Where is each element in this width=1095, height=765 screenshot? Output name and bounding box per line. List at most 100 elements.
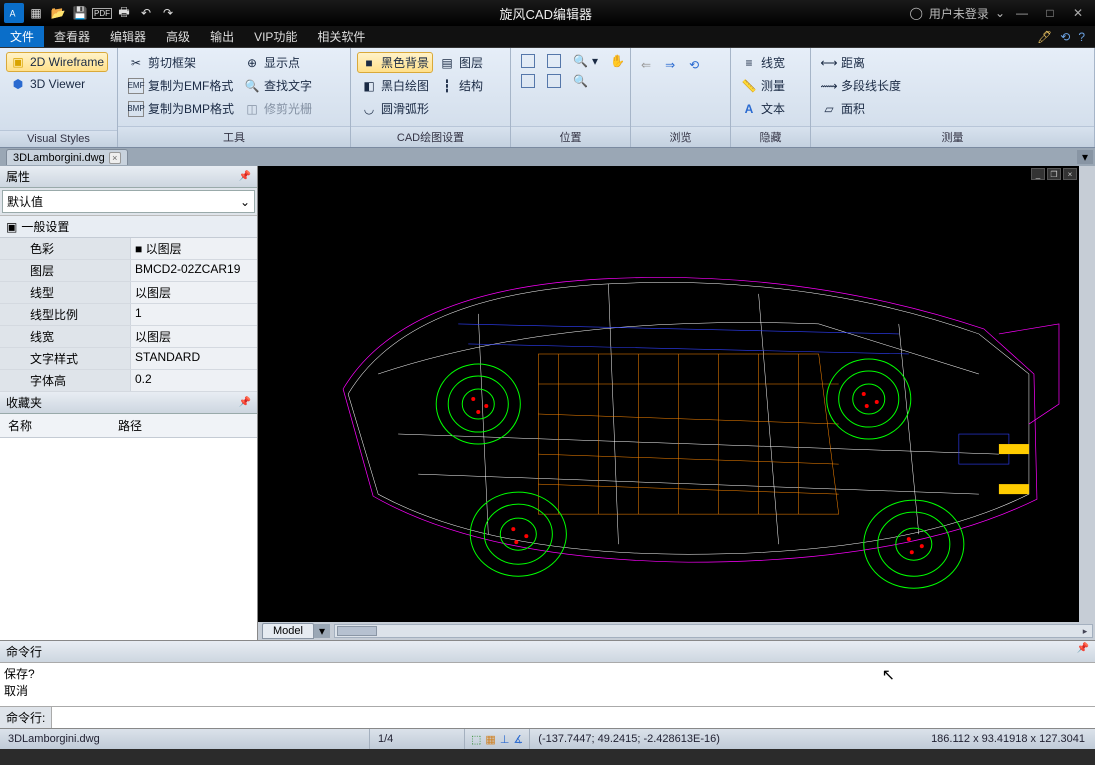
zoom-extents-button[interactable]	[543, 52, 565, 70]
pdf-icon[interactable]: PDF	[92, 3, 112, 23]
copy-emf-button[interactable]: EMF复制为EMF格式	[124, 75, 238, 96]
structure-button[interactable]: ┇结构	[435, 75, 487, 96]
snap-icon[interactable]: ⬚	[471, 733, 481, 746]
favorites-list[interactable]	[0, 438, 257, 640]
model-tabs-dropdown-icon[interactable]: ▾	[314, 624, 330, 638]
text-toggle-button[interactable]: A文本	[737, 98, 789, 119]
property-row[interactable]: 文字样式STANDARD	[0, 348, 257, 370]
zoom-in-button[interactable]: 🔍▾	[569, 52, 602, 70]
command-input[interactable]	[52, 707, 1095, 728]
maximize-button[interactable]: □	[1039, 3, 1061, 23]
document-tab[interactable]: 3DLamborgini.dwg ×	[6, 149, 128, 165]
trim-raster-button[interactable]: ◫修剪光栅	[240, 98, 316, 119]
scroll-right-icon[interactable]: ▸	[1078, 625, 1092, 637]
viewport-close-icon[interactable]: ×	[1063, 168, 1077, 180]
user-icon[interactable]: ◯	[909, 6, 922, 20]
app-icon[interactable]: A	[4, 3, 24, 23]
wireframe-2d-button[interactable]: ▣2D Wireframe	[6, 52, 108, 72]
distance-button[interactable]: ⟷距离	[817, 52, 905, 73]
property-row[interactable]: 线型比例1	[0, 304, 257, 326]
pin-icon[interactable]: 📌	[239, 171, 251, 182]
nav-forward-button[interactable]: ⇒	[661, 56, 679, 74]
arc-smooth-button[interactable]: ◡圆滑弧形	[357, 98, 433, 119]
menu-tab-output[interactable]: 输出	[200, 26, 244, 47]
property-row[interactable]: 字体高0.2	[0, 370, 257, 392]
redo-icon[interactable]: ↷	[158, 3, 178, 23]
menu-tab-vip[interactable]: VIP功能	[244, 26, 307, 47]
magnify-minus-icon: 🔍	[573, 74, 588, 88]
property-row[interactable]: 色彩■ 以图层	[0, 238, 257, 260]
black-bg-button[interactable]: ■黑色背景	[357, 52, 433, 73]
menu-tab-related[interactable]: 相关软件	[307, 26, 375, 47]
clip-frame-button[interactable]: ✂剪切框架	[124, 52, 238, 73]
nav-back-button[interactable]: ⇐	[637, 56, 655, 74]
zoom-window-button[interactable]	[517, 52, 539, 70]
status-dimensions: 186.112 x 93.41918 x 127.3041	[921, 733, 1095, 745]
help-icon[interactable]: ?	[1078, 30, 1085, 44]
menu-tab-editor[interactable]: 编辑器	[100, 26, 156, 47]
collapse-icon: ▣	[6, 220, 17, 234]
layers-button[interactable]: ▤图层	[435, 52, 487, 73]
favorites-col-name[interactable]: 名称	[0, 414, 110, 437]
undo-icon[interactable]: ↶	[136, 3, 156, 23]
user-status[interactable]: 用户未登录	[929, 5, 989, 22]
close-tab-icon[interactable]: ×	[109, 152, 121, 164]
model-tab[interactable]: Model	[262, 623, 314, 639]
default-combo[interactable]: 默认值⌄	[2, 190, 255, 213]
property-value[interactable]: STANDARD	[130, 348, 257, 369]
open-icon[interactable]: 📂	[48, 3, 68, 23]
viewport-restore-icon[interactable]: ❐	[1047, 168, 1061, 180]
favorites-col-path[interactable]: 路径	[110, 414, 150, 437]
area-button[interactable]: ▱面积	[817, 98, 905, 119]
vertical-scrollbar[interactable]	[1079, 166, 1095, 622]
zoom-sel-button[interactable]	[543, 72, 565, 90]
menu-tab-viewer[interactable]: 查看器	[44, 26, 100, 47]
find-text-button[interactable]: 🔍查找文字	[240, 75, 316, 96]
polyline-length-button[interactable]: ⟿多段线长度	[817, 75, 905, 96]
minimize-button[interactable]: —	[1011, 3, 1033, 23]
settings-icon[interactable]: 🖊	[1037, 30, 1052, 44]
refresh-icon[interactable]: ⟲	[1060, 30, 1070, 44]
pan-button[interactable]: ✋	[606, 52, 629, 70]
property-value[interactable]: 以图层	[130, 326, 257, 347]
save-icon[interactable]: 💾	[70, 3, 90, 23]
user-dropdown-icon[interactable]: ⌄	[995, 6, 1005, 20]
property-row[interactable]: 线型以图层	[0, 282, 257, 304]
scroll-thumb[interactable]	[337, 626, 377, 636]
show-points-button[interactable]: ⊕显示点	[240, 52, 316, 73]
viewer-3d-button[interactable]: ⬢3D Viewer	[6, 74, 108, 94]
polar-icon[interactable]: ∡	[513, 733, 523, 746]
fit-button[interactable]	[517, 72, 539, 90]
property-value[interactable]: ■ 以图层	[130, 238, 257, 259]
zoom-out-button[interactable]: 🔍	[569, 72, 592, 90]
new-icon[interactable]: ▦	[26, 3, 46, 23]
grid-icon[interactable]: ▦	[485, 733, 495, 746]
command-history[interactable]: 保存? 取消 ↖	[0, 663, 1095, 707]
group-label-measure: 测量	[811, 126, 1094, 147]
viewport[interactable]: _ ❐ ×	[258, 166, 1079, 622]
property-section[interactable]: ▣一般设置	[0, 216, 257, 238]
layers-icon: ▤	[439, 55, 455, 71]
bw-draw-button[interactable]: ◧黑白绘图	[357, 75, 433, 96]
tabs-dropdown-icon[interactable]: ▾	[1077, 150, 1093, 164]
pin-icon[interactable]: 📌	[1077, 643, 1089, 660]
tree-icon: ┇	[439, 78, 455, 94]
property-value[interactable]: BMCD2-02ZCAR19	[130, 260, 257, 281]
linewidth-button[interactable]: ≡线宽	[737, 52, 789, 73]
nav-home-button[interactable]: ⟲	[685, 56, 703, 74]
ortho-icon[interactable]: ⊥	[500, 733, 510, 746]
copy-bmp-button[interactable]: BMP复制为BMP格式	[124, 98, 238, 119]
viewport-minimize-icon[interactable]: _	[1031, 168, 1045, 180]
pin-icon[interactable]: 📌	[239, 397, 251, 408]
property-row[interactable]: 图层BMCD2-02ZCAR19	[0, 260, 257, 282]
menu-tab-advanced[interactable]: 高级	[156, 26, 200, 47]
property-row[interactable]: 线宽以图层	[0, 326, 257, 348]
property-value[interactable]: 0.2	[130, 370, 257, 391]
close-button[interactable]: ✕	[1067, 3, 1089, 23]
property-value[interactable]: 以图层	[130, 282, 257, 303]
menu-tab-file[interactable]: 文件	[0, 26, 44, 47]
property-value[interactable]: 1	[130, 304, 257, 325]
measure-toggle-button[interactable]: 📏测量	[737, 75, 789, 96]
print-icon[interactable]: 🖶	[114, 3, 134, 23]
horizontal-scrollbar[interactable]: ◂ ▸	[334, 624, 1093, 638]
